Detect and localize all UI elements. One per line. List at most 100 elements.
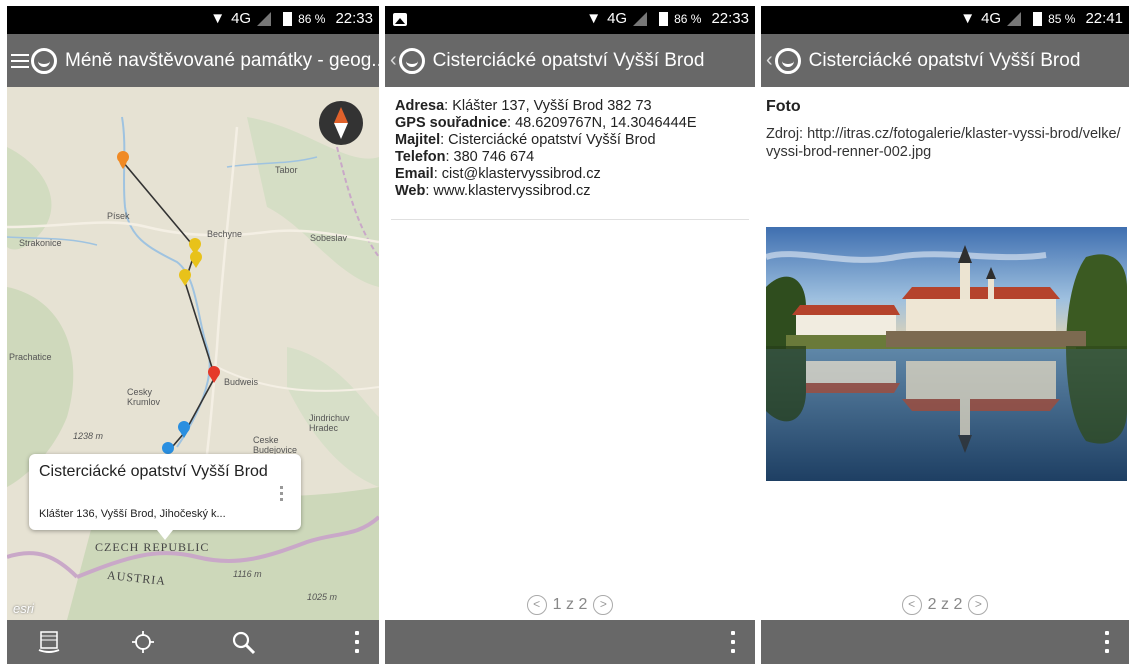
- divider: [391, 219, 749, 220]
- wifi-icon: ▼: [210, 10, 226, 27]
- pin-blue-2[interactable]: [162, 442, 174, 454]
- wifi-icon: ▼: [960, 10, 976, 27]
- info-row-web[interactable]: Web: www.klastervyssibrod.cz: [395, 183, 697, 200]
- page-indicator: 2 z 2: [927, 596, 963, 614]
- map-label: Prachatice: [9, 352, 52, 362]
- field-value: : cist@klastervyssibrod.cz: [433, 166, 601, 182]
- field-label: Majitel: [395, 132, 441, 148]
- bottom-toolbar: [7, 620, 379, 664]
- pager: <2 z 2 >: [761, 595, 1129, 615]
- app-bar[interactable]: ‹ Cisterciácké opatství Vyšší Brod: [761, 34, 1129, 87]
- place-popup[interactable]: Cisterciácké opatství Vyšší Brod Klášter…: [29, 454, 301, 530]
- info-row-gps: GPS souřadnice: 48.6209767N, 14.3046444E: [395, 115, 697, 132]
- prev-page-icon[interactable]: <: [901, 595, 922, 615]
- next-page-icon[interactable]: >: [593, 595, 614, 615]
- prev-page-icon[interactable]: <: [526, 595, 547, 615]
- map-label: 1116 m: [233, 569, 262, 579]
- next-page-icon[interactable]: >: [968, 595, 989, 615]
- status-bar: ▼ 4G 85 % 22:41: [761, 6, 1129, 34]
- network-type: 4G: [981, 10, 1002, 27]
- map-label: Písek: [107, 211, 130, 221]
- app-bar[interactable]: ‹ Cisterciácké opatství Vyšší Brod: [385, 34, 755, 87]
- field-label: Email: [395, 166, 434, 182]
- page-indicator: 1 z 2: [552, 596, 588, 614]
- info-row-address: Adresa: Klášter 137, Vyšší Brod 382 73: [395, 98, 697, 115]
- back-icon[interactable]: ‹: [766, 49, 773, 72]
- battery-percent: 85 %: [1048, 11, 1076, 26]
- field-label: Telefon: [395, 149, 446, 165]
- esri-logo: esri: [13, 601, 34, 616]
- page-title: Méně navštěvované památky - geog...: [65, 49, 379, 71]
- menu-icon[interactable]: [11, 53, 29, 68]
- map-label: Tabor: [275, 165, 298, 175]
- clock: 22:33: [335, 10, 373, 27]
- field-value: : 380 746 674: [445, 149, 535, 165]
- compass-icon[interactable]: [319, 101, 363, 145]
- photo-content: Foto Zdroj: http://itras.cz/fotogalerie/…: [761, 87, 1129, 620]
- battery-icon: [283, 11, 293, 26]
- map-label: 1238 m: [73, 431, 104, 441]
- page-title: Cisterciácké opatství Vyšší Brod: [432, 49, 705, 71]
- popup-title: Cisterciácké opatství Vyšší Brod: [39, 463, 268, 480]
- field-label: Web: [395, 183, 426, 199]
- info-row-email[interactable]: Email: cist@klastervyssibrod.cz: [395, 166, 697, 183]
- field-value: : www.klastervyssibrod.cz: [425, 183, 591, 199]
- signal-icon: [257, 11, 272, 26]
- field-value: : Cisterciácké opatství Vyšší Brod: [440, 132, 656, 148]
- app-logo-icon: [398, 47, 425, 74]
- field-label: GPS souřadnice: [395, 115, 508, 131]
- map-screen: ▼ 4G 86 % 22:33 Méně navštěvované památk…: [7, 6, 379, 664]
- photo-source: Zdroj: http://itras.cz/fotogalerie/klast…: [766, 126, 1121, 160]
- signal-icon: [1007, 11, 1022, 26]
- map-label: Cesky Krumlov: [127, 387, 161, 407]
- photo-screen: ▼ 4G 85 % 22:41 ‹ Cisterciácké opatství …: [761, 6, 1129, 664]
- field-label: Adresa: [395, 98, 445, 114]
- field-value: : Klášter 137, Vyšší Brod 382 73: [444, 98, 652, 114]
- map-label: Ceske Budejovice: [253, 435, 298, 455]
- image-notification-icon: [393, 13, 407, 26]
- clock: 22:33: [711, 10, 749, 27]
- monastery-photo[interactable]: [766, 227, 1127, 481]
- layers-icon[interactable]: [37, 630, 61, 654]
- back-icon[interactable]: ‹: [390, 49, 397, 72]
- popup-tail: [157, 530, 173, 540]
- map-label: Budweis: [224, 377, 259, 387]
- page-title: Cisterciácké opatství Vyšší Brod: [808, 49, 1081, 71]
- popup-menu-icon[interactable]: [280, 486, 283, 504]
- clock: 22:41: [1085, 10, 1123, 27]
- popup-subtitle: Klášter 136, Vyšší Brod, Jihočeský k...: [39, 508, 226, 520]
- section-heading: Foto: [766, 98, 801, 115]
- battery-percent: 86 %: [674, 11, 702, 26]
- more-icon[interactable]: [1105, 631, 1109, 653]
- signal-icon: [633, 11, 648, 26]
- info-row-owner: Majitel: Cisterciácké opatství Vyšší Bro…: [395, 132, 697, 149]
- wifi-icon: ▼: [586, 10, 602, 27]
- field-value: : 48.6209767N, 14.3046444E: [507, 115, 697, 131]
- status-bar: ▼ 4G 86 % 22:33: [385, 6, 755, 34]
- map-view[interactable]: Tabor Písek Bechyne Sobeslav Strakonice …: [7, 87, 379, 620]
- bottom-toolbar: [761, 620, 1129, 664]
- info-list: Adresa: Klášter 137, Vyšší Brod 382 73 G…: [395, 98, 697, 200]
- detail-content: Adresa: Klášter 137, Vyšší Brod 382 73 G…: [385, 87, 755, 620]
- map-label: Sobeslav: [310, 233, 348, 243]
- info-row-phone[interactable]: Telefon: 380 746 674: [395, 149, 697, 166]
- bottom-toolbar: [385, 620, 755, 664]
- search-icon[interactable]: [231, 630, 257, 656]
- app-bar: Méně navštěvované památky - geog...: [7, 34, 379, 87]
- map-label: Bechyne: [207, 229, 243, 239]
- app-logo-icon: [31, 47, 57, 74]
- more-icon[interactable]: [731, 631, 735, 653]
- battery-percent: 86 %: [298, 11, 326, 26]
- map-label: 1025 m: [307, 592, 338, 602]
- detail-screen: ▼ 4G 86 % 22:33 ‹ Cisterciácké opatství …: [385, 6, 755, 664]
- network-type: 4G: [607, 10, 628, 27]
- map-label: Strakonice: [19, 238, 62, 248]
- more-icon[interactable]: [355, 631, 359, 653]
- battery-icon: [659, 11, 669, 26]
- map-label: Jindrichuv Hradec: [309, 413, 350, 433]
- pager: <1 z 2 >: [385, 595, 755, 615]
- network-type: 4G: [231, 10, 252, 27]
- locate-icon[interactable]: [131, 630, 155, 654]
- app-logo-icon: [774, 47, 801, 74]
- map-label-country: CZECH REPUBLIC: [95, 540, 210, 554]
